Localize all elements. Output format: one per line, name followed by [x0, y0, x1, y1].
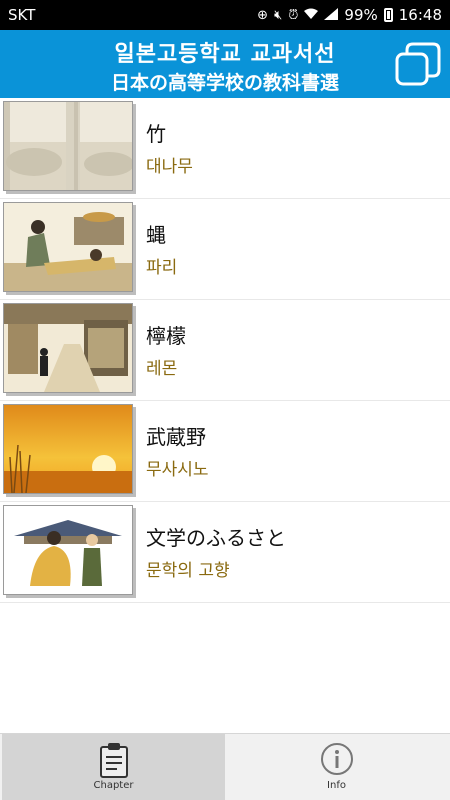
status-icons: ⊕ 🔇︎ ⏰︎ 99% 16:48 — [257, 6, 442, 24]
status-bar: SKT ⊕ 🔇︎ ⏰︎ 99% 16:48 — [0, 0, 450, 30]
chapter-thumbnail — [3, 303, 133, 393]
chapter-title: 蝿 — [146, 223, 166, 247]
alarm-icon: ⏰︎ — [288, 7, 299, 23]
tab-info[interactable]: Info — [225, 734, 448, 800]
chapter-title: 武蔵野 — [146, 425, 206, 449]
chapter-thumbnail — [3, 404, 133, 494]
tab-chapter[interactable]: Chapter — [2, 734, 225, 800]
chapter-list: 竹 대나무 蝿 파리 檸檬 레몬 武蔵野 무사시노 文学のふるさと 문학의 고향 — [0, 98, 450, 603]
windows-icon — [395, 42, 441, 86]
title-japanese: 日本の高等学校の教科書選 — [110, 72, 339, 94]
chapter-item[interactable]: 蝿 파리 — [0, 199, 450, 300]
chapter-item[interactable]: 竹 대나무 — [0, 98, 450, 199]
bottom-navigation: Chapter Info — [0, 733, 450, 800]
chapter-title: 檸檬 — [146, 324, 186, 348]
data-saver-icon: ⊕ — [257, 7, 269, 23]
clipboard-icon — [99, 743, 128, 778]
chapter-title: 竹 — [146, 122, 166, 146]
title-korean: 일본고등학교 교과서선 — [114, 42, 336, 67]
chapter-item[interactable]: 武蔵野 무사시노 — [0, 401, 450, 502]
chapter-subtitle: 대나무 — [146, 157, 193, 177]
chapter-subtitle: 문학의 고향 — [146, 561, 230, 581]
battery-icon — [383, 8, 393, 22]
chapter-subtitle: 파리 — [146, 258, 178, 278]
chapter-subtitle: 무사시노 — [146, 460, 209, 480]
battery-percent: 99% — [344, 6, 378, 24]
carrier-label: SKT — [8, 6, 36, 24]
signal-icon — [324, 7, 339, 23]
chapter-item[interactable]: 檸檬 레몬 — [0, 300, 450, 401]
mute-icon: 🔇︎ — [274, 7, 283, 23]
chapter-item[interactable]: 文学のふるさと 문학의 고향 — [0, 502, 450, 603]
chapter-thumbnail — [3, 202, 133, 292]
window-switch-button[interactable] — [393, 40, 443, 88]
info-icon — [320, 743, 353, 775]
sunset-illustration-icon — [4, 405, 132, 493]
people-illustration-icon — [4, 203, 132, 291]
chapter-title: 文学のふるさと — [146, 526, 286, 550]
app-header: 일본고등학교 교과서선 日本の高等学校の教科書選 — [0, 30, 450, 98]
samurai-illustration-icon — [4, 506, 132, 594]
tab-chapter-label: Chapter — [93, 780, 134, 791]
chapter-thumbnail — [3, 505, 133, 595]
chapter-thumbnail — [3, 101, 133, 191]
street-illustration-icon — [4, 304, 132, 392]
clock: 16:48 — [398, 6, 442, 24]
wifi-icon — [304, 8, 319, 23]
bamboo-illustration-icon — [4, 102, 132, 190]
chapter-subtitle: 레몬 — [146, 359, 178, 379]
tab-info-label: Info — [327, 780, 346, 791]
